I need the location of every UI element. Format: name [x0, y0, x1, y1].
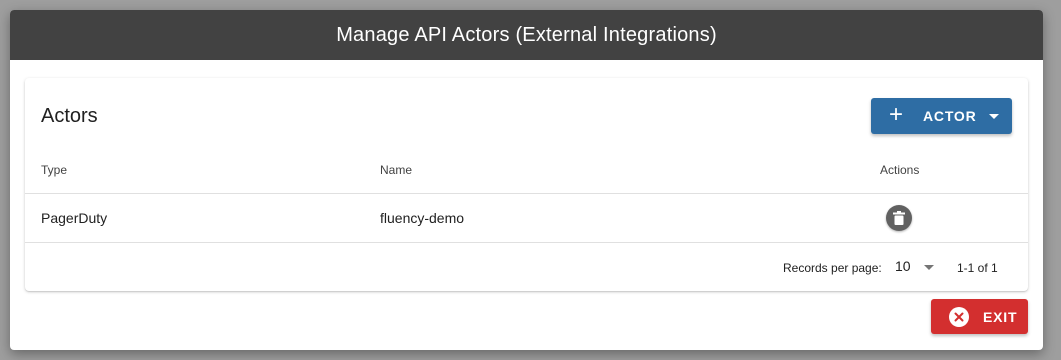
add-actor-button[interactable]: + ACTOR — [871, 98, 1012, 134]
exit-button[interactable]: EXIT — [931, 299, 1028, 334]
actors-table: Type Name Actions PagerDuty fluency-demo… — [25, 145, 1028, 291]
dialog-header: Manage API Actors (External Integrations… — [10, 10, 1043, 60]
records-per-page-label: Records per page: — [783, 261, 882, 275]
pagination-range: 1-1 of 1 — [957, 261, 998, 275]
table-row[interactable]: PagerDuty fluency-demo — [25, 194, 1028, 243]
dialog-title: Manage API Actors (External Integrations… — [336, 23, 717, 46]
column-header-type[interactable]: Type — [41, 163, 67, 177]
records-per-page-select[interactable]: 10 — [894, 257, 938, 277]
actors-card: Actors + ACTOR Type Name Actions PagerDu… — [25, 78, 1028, 291]
table-pagination: Records per page: 10 1-1 of 1 — [25, 243, 1028, 291]
table-header: Type Name Actions — [25, 145, 1028, 194]
card-title: Actors — [41, 105, 98, 127]
exit-label: EXIT — [983, 308, 1018, 325]
plus-icon: + — [889, 101, 904, 128]
delete-actor-button[interactable] — [886, 205, 912, 231]
add-actor-label: ACTOR — [923, 108, 977, 124]
column-header-name[interactable]: Name — [380, 163, 412, 177]
column-header-actions: Actions — [880, 163, 920, 177]
records-per-page-value: 10 — [895, 258, 911, 274]
close-circle-icon — [949, 306, 969, 327]
cell-type: PagerDuty — [41, 210, 108, 226]
manage-api-actors-dialog: Manage API Actors (External Integrations… — [10, 10, 1043, 350]
chevron-down-icon — [924, 265, 934, 270]
caret-down-icon — [988, 113, 999, 119]
cell-name: fluency-demo — [380, 210, 465, 226]
trash-icon — [893, 211, 905, 225]
